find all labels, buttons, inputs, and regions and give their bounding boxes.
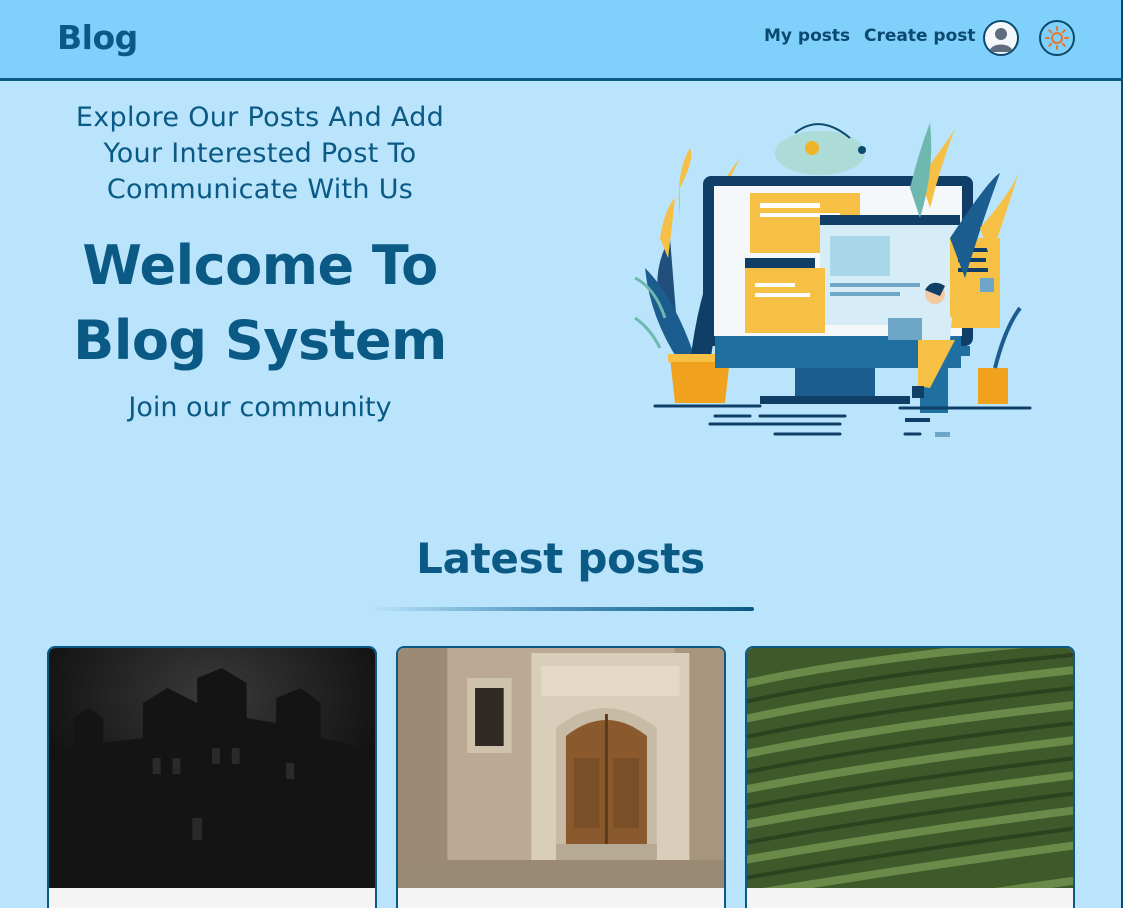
- theme-toggle-button[interactable]: [1039, 20, 1075, 56]
- green-tea-field-photo: [747, 648, 1073, 888]
- user-avatar-icon: [989, 28, 1013, 52]
- hero-title: Welcome To Blog System: [73, 234, 447, 372]
- post-card[interactable]: [47, 646, 377, 908]
- hero-subtitle: Explore Our Posts And Add Your Intereste…: [75, 102, 445, 205]
- title-underline: [370, 607, 754, 611]
- page: Blog My posts Create post Explore Our Po…: [0, 0, 1123, 908]
- hero-tagline: Join our community: [128, 392, 392, 423]
- post-card[interactable]: [396, 646, 726, 908]
- post-card[interactable]: [745, 646, 1075, 908]
- brand-logo[interactable]: Blog: [57, 18, 138, 57]
- latest-posts-title: Latest posts: [416, 534, 705, 583]
- post-card-body: [747, 888, 1073, 908]
- user-profile-button[interactable]: [983, 20, 1019, 56]
- nav-create-post-link[interactable]: Create post: [864, 26, 976, 46]
- old-wooden-door-photo: [398, 648, 724, 888]
- post-card-body: [49, 888, 375, 908]
- nav-my-posts-link[interactable]: My posts: [764, 26, 850, 46]
- dark-gothic-mansion-photo: [49, 648, 375, 888]
- hero-section: Explore Our Posts And Add Your Intereste…: [60, 100, 460, 423]
- person-at-computer-illustration: [634, 123, 1032, 437]
- navbar: Blog My posts Create post: [0, 0, 1121, 81]
- post-card-body: [398, 888, 724, 908]
- sun-icon: [1045, 26, 1069, 50]
